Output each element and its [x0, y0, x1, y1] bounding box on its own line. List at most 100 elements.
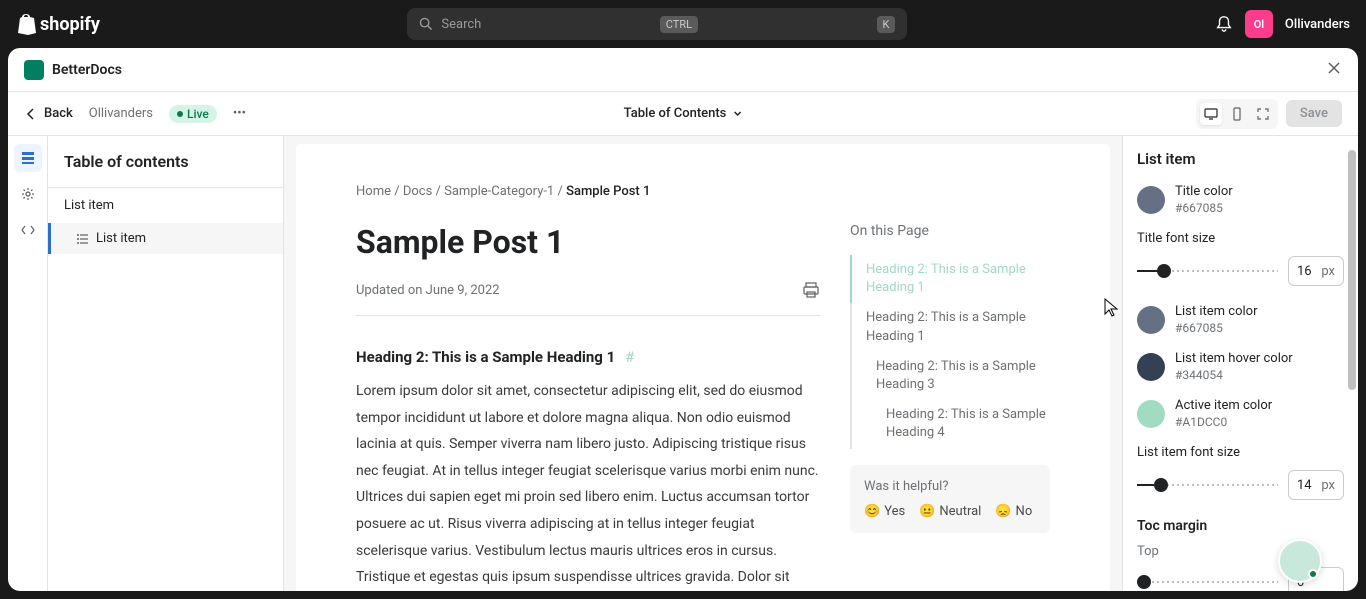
close-icon[interactable]: [1326, 60, 1342, 80]
doc-h2: Heading 2: This is a Sample Heading 1 #: [356, 348, 820, 366]
chat-avatar[interactable]: [1278, 539, 1322, 583]
editor-right-icons: Save: [1196, 99, 1342, 129]
viewport-toggle: [1196, 99, 1278, 129]
hover-color-swatch[interactable]: [1137, 353, 1165, 381]
settings-tool[interactable]: [14, 180, 42, 208]
slider-thumb[interactable]: [1154, 478, 1168, 492]
toc-item[interactable]: Heading 2: This is a Sample Heading 4: [850, 400, 1050, 448]
save-button[interactable]: Save: [1286, 100, 1342, 127]
breadcrumb: Home / Docs / Sample-Category-1 / Sample…: [356, 184, 1050, 199]
shopify-logo[interactable]: shopify: [16, 13, 100, 35]
bc-docs[interactable]: Docs: [403, 184, 432, 199]
toc-item[interactable]: Heading 2: This is a Sample Heading 1: [850, 255, 1050, 303]
title-color-swatch[interactable]: [1137, 186, 1165, 214]
preview-canvas: Home / Docs / Sample-Category-1 / Sample…: [296, 144, 1110, 591]
live-dot-icon: [177, 111, 183, 117]
slider-thumb[interactable]: [1157, 264, 1171, 278]
kbd-ctrl: CTRL: [660, 16, 698, 33]
title-color-hex: #667085: [1175, 201, 1233, 215]
back-button[interactable]: Back: [24, 106, 73, 121]
toc-item[interactable]: Heading 2: This is a Sample Heading 1: [850, 303, 1050, 351]
list-font-label: List item font size: [1137, 445, 1344, 460]
title-font-label: Title font size: [1137, 231, 1344, 246]
feedback-options: 😊 Yes 😐 Neutral 😞 No: [864, 504, 1036, 519]
live-badge: Live: [169, 105, 217, 123]
tool-rail: [8, 136, 48, 591]
list-color-hex: #667085: [1175, 321, 1257, 335]
toc-list: Heading 2: This is a Sample Heading 1 He…: [850, 255, 1050, 449]
right-panel: List item Title color #667085 Title font…: [1122, 136, 1358, 591]
list-font-input[interactable]: 14 px: [1288, 470, 1344, 500]
avatar[interactable]: Ol: [1245, 10, 1273, 38]
section-title: Table of Contents: [624, 106, 727, 121]
feedback-yes[interactable]: 😊 Yes: [864, 504, 905, 519]
title-font-slider[interactable]: [1137, 270, 1278, 272]
bell-icon[interactable]: [1215, 15, 1233, 33]
hover-color-row[interactable]: List item hover color #344054: [1137, 351, 1344, 382]
updated-text: Updated on June 9, 2022: [356, 283, 500, 298]
list-font-slider-row: 14 px: [1137, 470, 1344, 500]
title-font-input[interactable]: 16 px: [1288, 256, 1344, 286]
feedback-question: Was it helpful?: [864, 479, 1036, 494]
fullscreen-view[interactable]: [1252, 103, 1274, 125]
shopify-bag-icon: [16, 13, 36, 35]
code-tool[interactable]: [14, 216, 42, 244]
search-icon: [419, 17, 433, 31]
app-icon: [24, 60, 44, 80]
title-font-slider-row: 16 px: [1137, 256, 1344, 286]
title-color-row[interactable]: Title color #667085: [1137, 184, 1344, 215]
print-icon[interactable]: [802, 281, 820, 299]
desktop-view[interactable]: [1200, 103, 1222, 125]
list-color-row[interactable]: List item color #667085: [1137, 304, 1344, 335]
more-menu[interactable]: •••: [233, 106, 246, 121]
sub-item-list[interactable]: List item: [48, 223, 283, 254]
active-color-swatch[interactable]: [1137, 400, 1165, 428]
hover-color-label: List item hover color: [1175, 351, 1293, 366]
left-panel: Table of contents List item List item: [48, 136, 284, 591]
search-input[interactable]: Search CTRL K: [407, 8, 907, 40]
right-panel-scrollbar[interactable]: [1348, 150, 1356, 390]
chevron-down-icon: [732, 109, 742, 119]
store-name[interactable]: Ollivanders: [89, 106, 153, 121]
mobile-view[interactable]: [1226, 103, 1248, 125]
rp-title: List item: [1137, 150, 1344, 168]
editor-header: Back Ollivanders Live ••• Table of Conte…: [8, 92, 1358, 136]
doc-meta: Updated on June 9, 2022: [356, 281, 820, 316]
feedback-box: Was it helpful? 😊 Yes 😐 Neutral 😞 No: [850, 465, 1050, 533]
doc-content: Sample Post 1 Updated on June 9, 2022 He…: [356, 223, 820, 591]
canvas-main: Sample Post 1 Updated on June 9, 2022 He…: [356, 223, 1050, 591]
active-color-row[interactable]: Active item color #A1DCC0: [1137, 398, 1344, 429]
doc-title: Sample Post 1: [356, 223, 820, 261]
list-icon: [76, 232, 90, 246]
section-selector[interactable]: Table of Contents: [624, 106, 743, 121]
topbar-right: Ol Ollivanders: [1215, 10, 1350, 38]
username[interactable]: Ollivanders: [1285, 17, 1350, 32]
kbd-k: K: [877, 16, 896, 33]
list-color-label: List item color: [1175, 304, 1257, 319]
title-color-label: Title color: [1175, 184, 1233, 199]
doc-paragraph: Lorem ipsum dolor sit amet, consectetur …: [356, 378, 820, 591]
sections-tool[interactable]: [14, 144, 42, 172]
margin-top-slider[interactable]: [1137, 581, 1278, 583]
bc-category[interactable]: Sample-Category-1: [444, 184, 554, 199]
feedback-neutral[interactable]: 😐 Neutral: [919, 504, 981, 519]
live-text: Live: [187, 107, 209, 121]
section-item[interactable]: List item: [48, 188, 283, 223]
search-container: Search CTRL K: [116, 8, 1199, 40]
logo-text: shopify: [40, 14, 100, 35]
app-header: BetterDocs: [8, 48, 1358, 92]
shopify-topbar: shopify Search CTRL K Ol Ollivanders: [0, 0, 1366, 48]
hover-color-hex: #344054: [1175, 368, 1293, 382]
list-font-slider[interactable]: [1137, 484, 1278, 486]
slider-thumb[interactable]: [1137, 575, 1151, 589]
anchor-hash[interactable]: #: [625, 348, 634, 366]
canvas-area: Home / Docs / Sample-Category-1 / Sample…: [284, 136, 1122, 591]
bc-home[interactable]: Home: [356, 184, 391, 199]
feedback-no[interactable]: 😞 No: [995, 504, 1032, 519]
back-label: Back: [44, 106, 73, 121]
toc-sidebar: On this Page Heading 2: This is a Sample…: [850, 223, 1050, 591]
list-color-swatch[interactable]: [1137, 306, 1165, 334]
active-color-label: Active item color: [1175, 398, 1272, 413]
toc-item[interactable]: Heading 2: This is a Sample Heading 3: [850, 352, 1050, 400]
toc-heading: On this Page: [850, 223, 1050, 239]
